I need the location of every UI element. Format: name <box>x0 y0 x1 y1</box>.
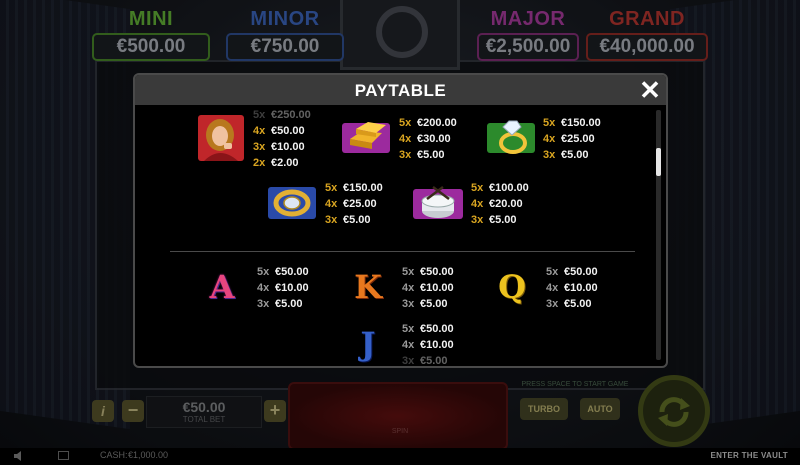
payout-row: 5x €250.00 <box>253 109 311 121</box>
section-divider <box>170 251 635 252</box>
paytable-title: PAYTABLE <box>354 81 447 100</box>
payout-row: 3x €5.00 <box>543 149 589 161</box>
payout-row: 4x €10.00 <box>257 282 309 294</box>
letter-k-icon: K <box>354 268 382 306</box>
letter-q-icon: Q <box>498 268 526 306</box>
woman-portrait-payouts: 5x €250.00 4x €50.00 3x €10.00 2x €2.00 <box>253 107 311 171</box>
letter-k-payouts: 5x €50.00 4x €10.00 3x €5.00 <box>402 264 454 312</box>
letter-j-payouts: 5x €50.00 4x €10.00 3x €5.00 <box>402 321 454 367</box>
payout-row: 4x €10.00 <box>402 282 454 294</box>
payout-row: 5x €150.00 <box>543 117 601 129</box>
payout-row: 5x €50.00 <box>546 266 598 278</box>
payout-row: 3x €5.00 <box>402 355 448 367</box>
woman-portrait-icon <box>198 115 244 161</box>
scrollbar-thumb[interactable] <box>656 148 661 176</box>
payout-row: 5x €50.00 <box>402 266 454 278</box>
gold-watch-payouts: 5x €150.00 4x €25.00 3x €5.00 <box>325 180 383 228</box>
payout-row: 3x €5.00 <box>471 214 517 226</box>
payout-row: 4x €25.00 <box>543 133 595 145</box>
dynamite-drum-payouts: 5x €100.00 4x €20.00 3x €5.00 <box>471 180 529 228</box>
payout-row: 5x €50.00 <box>402 323 454 335</box>
payout-row: 2x €2.00 <box>253 157 299 169</box>
gold-watch-icon <box>268 187 316 219</box>
diamond-ring-payouts: 5x €150.00 4x €25.00 3x €5.00 <box>543 115 601 163</box>
payout-row: 3x €5.00 <box>399 149 445 161</box>
gold-bars-payouts: 5x €200.00 4x €30.00 3x €5.00 <box>399 115 457 163</box>
payout-row: 5x €150.00 <box>325 182 383 194</box>
payout-row: 4x €10.00 <box>546 282 598 294</box>
paytable-modal: PAYTABLE ✕ 5x €250.00 4x €50.00 3x €10.00 2… <box>133 73 668 368</box>
letter-a-payouts: 5x €50.00 4x €10.00 3x €5.00 <box>257 264 309 312</box>
payout-row: 5x €100.00 <box>471 182 529 194</box>
dynamite-drum-icon <box>413 186 463 219</box>
payout-row: 3x €5.00 <box>546 298 592 310</box>
gold-bars-icon <box>342 122 390 153</box>
payout-row: 3x €5.00 <box>257 298 303 310</box>
letter-q-payouts: 5x €50.00 4x €10.00 3x €5.00 <box>546 264 598 312</box>
payout-row: 5x €200.00 <box>399 117 457 129</box>
payout-row: 3x €5.00 <box>402 298 448 310</box>
payout-row: 4x €25.00 <box>325 198 377 210</box>
payout-row: 5x €50.00 <box>257 266 309 278</box>
letter-j-icon: J <box>360 325 376 363</box>
payout-row: 4x €30.00 <box>399 133 451 145</box>
payout-row: 4x €20.00 <box>471 198 523 210</box>
payout-row: 4x €50.00 <box>253 125 305 137</box>
payout-row: 3x €5.00 <box>325 214 371 226</box>
letter-a-icon: A <box>209 268 235 306</box>
close-icon[interactable]: ✕ <box>638 77 662 103</box>
payout-row: 3x €10.00 <box>253 141 305 153</box>
diamond-ring-icon <box>487 120 535 154</box>
payout-row: 4x €10.00 <box>402 339 454 351</box>
